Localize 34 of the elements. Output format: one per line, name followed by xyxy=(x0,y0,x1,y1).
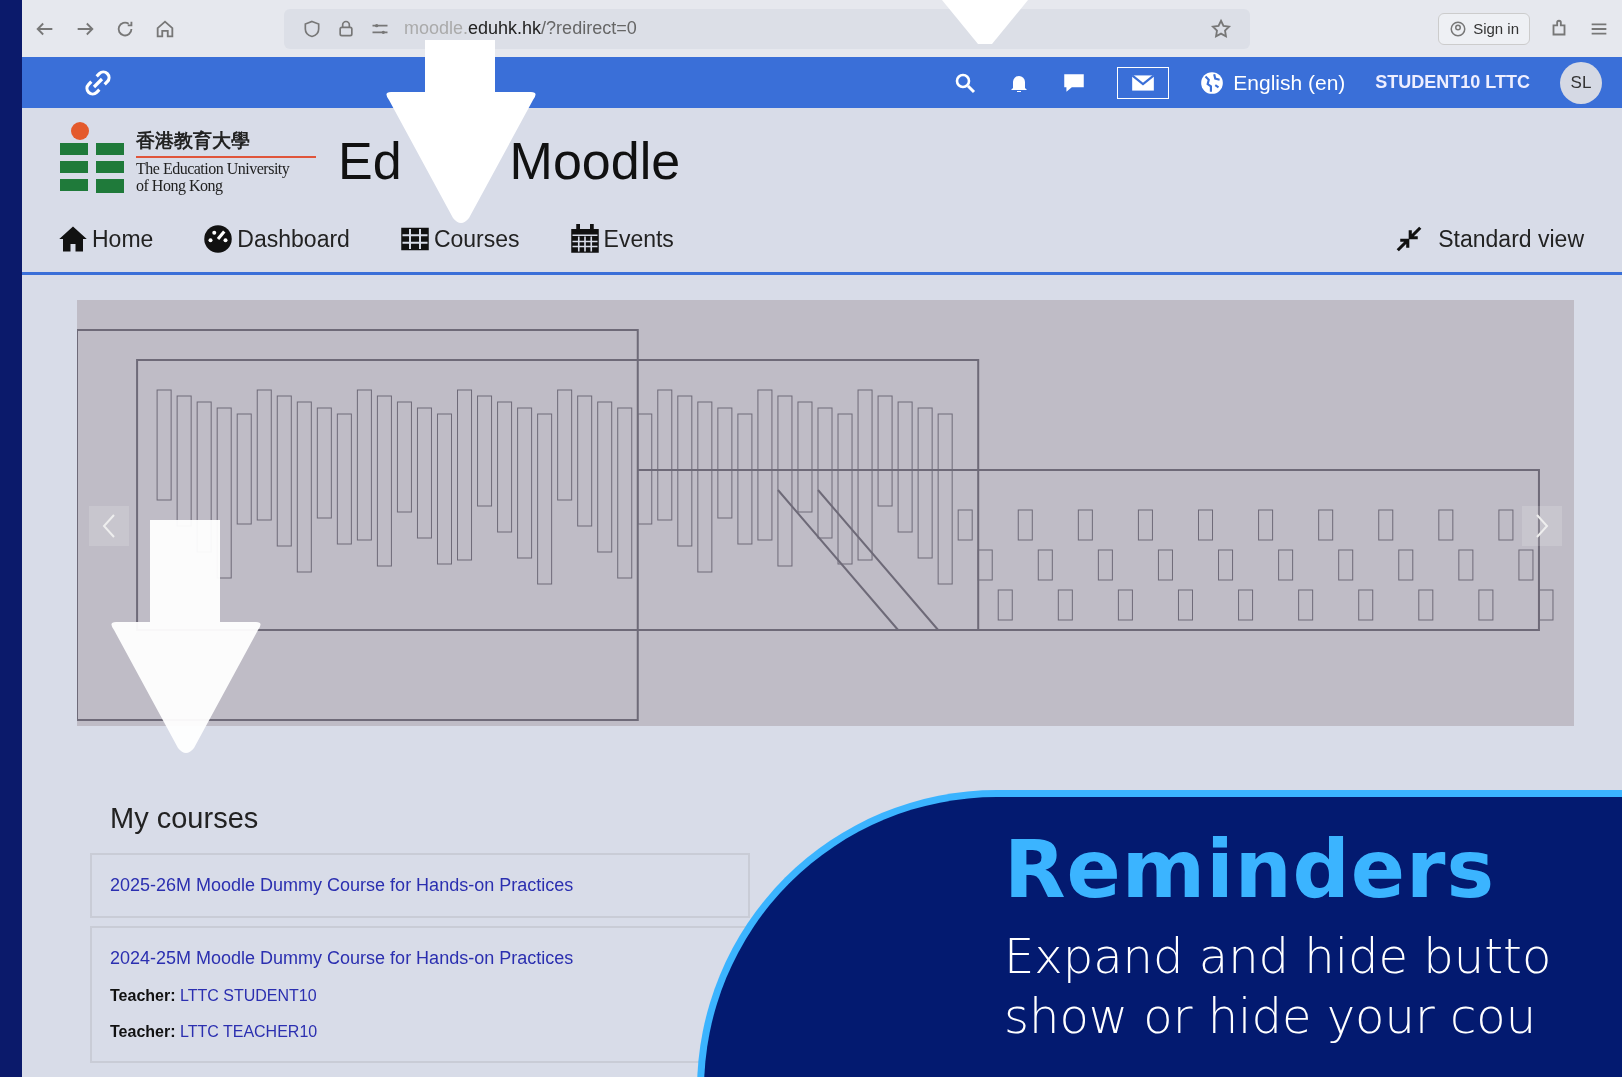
globe-icon xyxy=(1199,69,1226,96)
site-title: Moodle xyxy=(509,131,681,191)
teacher-line: Teacher: LTTC TEACHER10 xyxy=(110,1023,318,1041)
site-title: Ed xyxy=(338,131,402,191)
chevron-right-icon xyxy=(1534,513,1550,539)
address-bar[interactable]: moodle.eduhk.hk/?redirect=0 xyxy=(284,8,1250,49)
user-name[interactable]: STUDENT10 LTTC xyxy=(1375,72,1530,93)
nav-link[interactable]: Home xyxy=(58,224,154,254)
envelope-icon[interactable] xyxy=(1117,66,1170,99)
reminder-text: Expand and hide butto xyxy=(1004,927,1553,986)
course-link[interactable]: 2025-26M Moodle Dummy Course for Hands-on Practices xyxy=(110,875,574,896)
star-icon[interactable] xyxy=(1210,17,1232,40)
section-heading: My courses xyxy=(110,802,260,835)
next-slide-button[interactable] xyxy=(1522,506,1562,546)
person-circle-icon[interactable] xyxy=(1449,19,1468,38)
view-toggle[interactable]: Standard view xyxy=(1394,224,1584,254)
avatar[interactable]: SL xyxy=(1560,61,1602,104)
lock-icon[interactable] xyxy=(336,18,356,39)
nav-link[interactable]: Events xyxy=(569,224,674,254)
language-menu[interactable]: English (en) xyxy=(1199,69,1346,96)
gauge-icon xyxy=(203,224,234,254)
chevron-left-icon xyxy=(101,513,117,539)
course-link[interactable]: 2024-25M Moodle Dummy Course for Hands-on Practices xyxy=(110,948,574,969)
university-name-chinese: 香港教育大學 xyxy=(136,127,316,158)
panel-heading: Reminders xyxy=(1004,823,1497,916)
reminder-text: show or hide your cou xyxy=(1004,987,1538,1046)
shield-icon[interactable] xyxy=(302,18,322,39)
teacher-line: Teacher: LTTC STUDENT10 xyxy=(110,987,317,1005)
university-name: The Education University of Hong Kong xyxy=(136,160,291,195)
house-icon xyxy=(58,224,88,254)
sign-in-button[interactable]: Sign in xyxy=(1438,12,1530,45)
nav-link[interactable]: Courses xyxy=(399,224,520,254)
calendar-icon xyxy=(569,224,600,254)
nav-link[interactable]: Dashboard xyxy=(203,224,350,254)
